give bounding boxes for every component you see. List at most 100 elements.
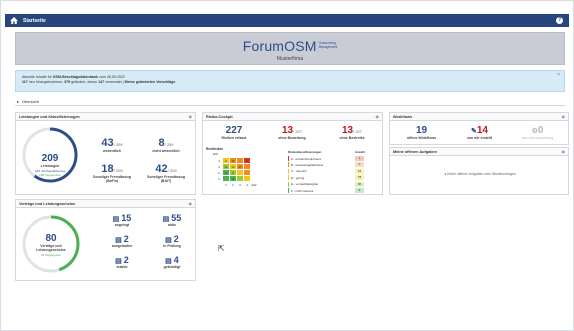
stat-total: / 227 <box>353 129 363 134</box>
stat-offene-workflows[interactable]: 19 offene Workflows <box>394 125 449 140</box>
category-name: A - existenzbedrohend <box>291 156 321 161</box>
contract-status-item[interactable]: ▤ 4 gekündigt <box>152 255 192 269</box>
panel-title: Verträge und Leistungsscheine <box>19 201 76 206</box>
document-icon: ▤ <box>165 237 172 244</box>
stat-label: (BAIT) <box>160 179 172 183</box>
close-icon[interactable]: × <box>557 73 560 78</box>
overview-toggle[interactable]: ▸ Übersicht <box>15 98 565 106</box>
stat-total: / 209 <box>164 142 174 147</box>
stat-risiken-erfasst[interactable]: 227 Risiken erfasst <box>209 125 259 140</box>
stat-fremdbezug-bafin[interactable]: 18/ 209 Sonstiger Fremdbezug (BaFin) <box>86 163 138 183</box>
contract-status-count: 2 <box>123 255 129 265</box>
logo-wordmark: ForumOSM <box>242 38 317 54</box>
contract-status-item[interactable]: ▤ 2 ausgelaufen <box>102 234 142 248</box>
stat-von-mir-erstellt[interactable]: ✎14 von mir erstellt <box>452 125 507 140</box>
leistungen-label: Leistungen <box>40 164 60 168</box>
risk-category-row[interactable]: F - nicht relevant 9 <box>288 187 378 194</box>
contract-status-label: in Prüfung <box>163 244 181 248</box>
document-icon: ▤ <box>115 237 122 244</box>
notice-db-name: OSM-Beschlagsdatenbank <box>52 75 99 79</box>
contract-status-count: 4 <box>173 255 179 265</box>
contract-status-item[interactable]: ▤ 15 angelegt <box>102 213 142 227</box>
notice-text: geändert, davon <box>70 80 99 84</box>
overview-label: Übersicht <box>22 99 39 104</box>
contract-status-label: angelegt <box>114 223 130 227</box>
stat-value: 18 <box>101 163 114 175</box>
my-changed-suggestions-link[interactable]: Meine geänderten Vorschläge <box>125 80 176 84</box>
risk-matrix-table: 4 2 11 1 3 11 13 17 2 5 9 1 4 1 2 3 4 EW <box>215 157 258 188</box>
matrix-x-label: 4 <box>243 181 251 188</box>
document-icon: ▤ <box>115 258 122 265</box>
page-frame: Startseite ? ForumOSM Outsourcing Manage… <box>0 0 574 331</box>
stat-label: von mir erstellt <box>466 136 493 140</box>
contract-status-count: 2 <box>173 234 179 244</box>
eye-icon[interactable]: ◉ <box>189 114 193 119</box>
contract-status-item[interactable]: ▤ 55 aktiv <box>152 213 192 227</box>
stat-label: offene Workflows <box>406 136 437 140</box>
category-count: 96 <box>355 181 364 187</box>
stat-ohne-bestreiks[interactable]: 13/ 227 ohne Bestreiks <box>325 125 379 140</box>
contract-status-label: gekündigt <box>163 265 181 269</box>
update-notice: Aktuelle Inhalte für OSM-Beschlagsdatenb… <box>15 70 565 92</box>
company-name: Musterfirma <box>276 56 304 62</box>
help-icon[interactable]: ? <box>556 17 563 24</box>
category-color-marker <box>288 181 289 187</box>
eye-icon[interactable]: ◉ <box>189 201 193 206</box>
category-name: E - vernachlässigbar <box>291 182 319 187</box>
contract-status-item[interactable]: ▤ 2 inaktiv <box>102 255 142 269</box>
category-count: 0 <box>355 162 364 168</box>
brand-banner: ForumOSM Outsourcing Management Musterfi… <box>15 32 565 65</box>
risk-categories: Risikoklassifizierungen Anzahl A - exist… <box>288 149 378 194</box>
category-count: 18 <box>355 168 364 174</box>
stat-total: / 209 <box>167 168 177 173</box>
forumosm-logo: ForumOSM Outsourcing Management <box>16 38 564 54</box>
category-count: 78 <box>355 175 364 181</box>
document-icon: ▤ <box>112 216 120 223</box>
stat-nicht-wesentlich[interactable]: 8/ 209 nicht wesentlich <box>140 137 192 153</box>
logo-subtitle: Outsourcing Management <box>319 42 338 49</box>
contract-status-label: ausgelaufen <box>111 244 133 248</box>
stat-label: neu seit Auswertung <box>521 136 554 140</box>
donut-center: 80 Verträge und Leistungsscheine 33 frei… <box>20 233 82 257</box>
categories-header-label: Risikoklassifizierungen <box>288 150 322 155</box>
eye-icon[interactable]: ◉ <box>376 114 380 119</box>
panel-title: Meine offenen Aufgaben <box>393 149 437 154</box>
stat-fremdbezug-bait[interactable]: 42/ 209 Sonstiger Fremdbezug (BAIT) <box>140 163 192 183</box>
contract-status-label: aktiv <box>168 223 176 227</box>
panel-header: Risiko-Cockpit ◉ <box>203 113 382 121</box>
stat-label: ohne Bewertung <box>278 136 306 140</box>
matrix-title: Restrisiken <box>206 147 224 151</box>
contract-status-item[interactable]: ▤ 2 in Prüfung <box>152 234 192 248</box>
category-name: F - nicht relevant <box>291 188 314 193</box>
stat-neu-seit-auswertung[interactable]: ⚙0 neu seit Auswertung <box>510 125 565 140</box>
stat-label: (BaFin) <box>105 179 119 183</box>
chevron-right-icon: ▸ <box>17 99 20 104</box>
eye-icon[interactable]: ◉ <box>562 114 566 119</box>
matrix-x-label: 3 <box>236 181 244 188</box>
stat-label: Risiken erfasst <box>221 136 247 140</box>
stat-ohne-bewertung[interactable]: 13/ 227 ohne Bewertung <box>265 125 319 140</box>
matrix-x-label: 1 <box>222 181 230 188</box>
stat-total: / 209 <box>113 168 123 173</box>
category-count: 1 <box>355 156 364 162</box>
home-icon[interactable] <box>5 14 23 27</box>
stat-value: 19 <box>415 125 428 136</box>
category-name: B - bestandsgefährdend <box>291 162 324 167</box>
matrix-axis-y: EW <box>213 152 218 156</box>
released-count: 33 freigegeben <box>40 253 62 257</box>
page-title: Startseite <box>23 17 46 24</box>
stat-value: 14 <box>476 125 488 136</box>
eye-icon[interactable]: ◉ <box>562 149 566 154</box>
category-list: A - existenzbedrohend 1 B - bestandsgefähr… <box>288 155 378 194</box>
stat-total: / 209 <box>113 142 123 147</box>
panel-header: Meine offenen Aufgaben ◉ <box>390 148 568 156</box>
count-header-label: Anzahl <box>355 150 365 155</box>
panel-leistungen: Leistungen und Klassifizierungen ◉ 209 L… <box>15 112 196 195</box>
stat-wesentlich[interactable]: 43/ 209 wesentlich <box>86 137 138 153</box>
notice-date: vom 28.09.2022 <box>98 75 125 79</box>
vertraege-total: 80 <box>45 233 57 244</box>
stat-value: 43 <box>101 137 114 149</box>
panel-offene-aufgaben: Meine offenen Aufgaben ◉ ● Keine offenen… <box>389 147 569 195</box>
panel-title: Leistungen und Klassifizierungen <box>19 114 80 119</box>
logo-sub-2: Management <box>318 45 338 49</box>
